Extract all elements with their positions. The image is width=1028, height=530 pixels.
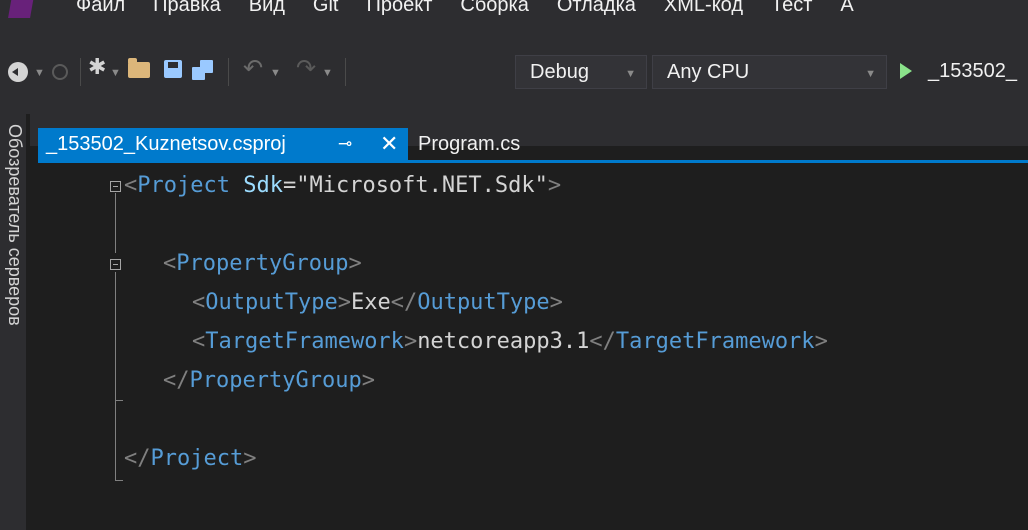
menu-analyze[interactable]: А	[826, 0, 867, 17]
menu-debug[interactable]: Отладка	[543, 0, 650, 17]
redo-icon[interactable]: ↷	[296, 54, 316, 83]
outline-guide	[115, 193, 116, 253]
menu-xml[interactable]: XML-код	[650, 0, 757, 17]
configuration-value: Debug	[530, 60, 589, 83]
server-explorer-label[interactable]: Обозреватель серверов	[4, 124, 25, 326]
toolbar-separator	[345, 58, 346, 86]
forward-icon[interactable]	[52, 64, 68, 80]
pin-icon[interactable]: ⊸	[338, 134, 352, 154]
visual-studio-logo-icon	[8, 0, 34, 18]
undo-dropdown-icon[interactable]: ▼	[270, 67, 281, 79]
menu-view[interactable]: Вид	[235, 0, 299, 17]
close-icon[interactable]: ✕	[380, 131, 398, 157]
redo-dropdown-icon[interactable]: ▼	[322, 67, 333, 79]
menu-file[interactable]: Файл	[62, 0, 139, 17]
menu-build[interactable]: Сборка	[446, 0, 542, 17]
outline-guide-end	[115, 480, 123, 481]
back-icon[interactable]	[8, 62, 28, 82]
save-icon[interactable]	[164, 60, 182, 78]
menu-edit[interactable]: Правка	[139, 0, 235, 17]
save-all-icon[interactable]	[192, 60, 214, 80]
start-play-icon[interactable]	[900, 63, 912, 79]
new-project-icon[interactable]: ✱	[88, 54, 106, 80]
solution-configuration-select[interactable]: Debug ▼	[515, 55, 647, 89]
chevron-down-icon: ▼	[625, 68, 636, 80]
code-line-4: <OutputType>Exe</OutputType>	[192, 290, 563, 315]
platform-value: Any CPU	[667, 60, 750, 83]
code-line-1: <Project Sdk="Microsoft.NET.Sdk">	[124, 173, 562, 198]
outline-guide-end	[115, 400, 123, 401]
code-line-6: </PropertyGroup>	[163, 368, 375, 393]
menu-project[interactable]: Проект	[352, 0, 446, 17]
editor-gutter	[38, 163, 78, 530]
menu-items: Файл Правка Вид Git Проект Сборка Отладк…	[62, 0, 868, 17]
server-explorer-strip[interactable]: Обозреватель серверов	[0, 114, 26, 530]
menu-bar: Файл Правка Вид Git Проект Сборка Отладк…	[0, 0, 1028, 32]
new-dropdown-icon[interactable]: ▼	[110, 67, 121, 79]
menu-git[interactable]: Git	[299, 0, 353, 17]
outline-guide	[115, 400, 116, 480]
start-target-label[interactable]: _153502_	[928, 60, 1017, 83]
toolbar-separator	[228, 58, 229, 86]
tab-program-cs[interactable]: Program.cs	[418, 128, 520, 160]
tab-label: _153502_Kuznetsov.csproj	[46, 132, 286, 155]
code-line-8: </Project>	[124, 446, 257, 471]
back-dropdown-icon[interactable]: ▼	[34, 67, 45, 79]
open-folder-icon[interactable]	[128, 58, 150, 78]
tab-csproj[interactable]: _153502_Kuznetsov.csproj ⊸ ✕	[38, 128, 408, 160]
solution-platform-select[interactable]: Any CPU ▼	[652, 55, 887, 89]
chevron-down-icon: ▼	[865, 68, 876, 80]
undo-icon[interactable]: ↶	[243, 54, 263, 83]
collapse-icon[interactable]	[110, 181, 121, 192]
standard-toolbar: ▼ ✱ ▼ ↶ ▼ ↷ ▼ Debug ▼ Any CPU ▼ _153502_	[0, 32, 1028, 114]
tab-label: Program.cs	[418, 132, 521, 155]
code-line-3: <PropertyGroup>	[163, 251, 362, 276]
code-line-5: <TargetFramework>netcoreapp3.1</TargetFr…	[192, 329, 828, 354]
menu-test[interactable]: Тест	[757, 0, 826, 17]
collapse-icon[interactable]	[110, 259, 121, 270]
toolbar-separator	[80, 58, 81, 86]
outline-guide	[115, 272, 116, 400]
